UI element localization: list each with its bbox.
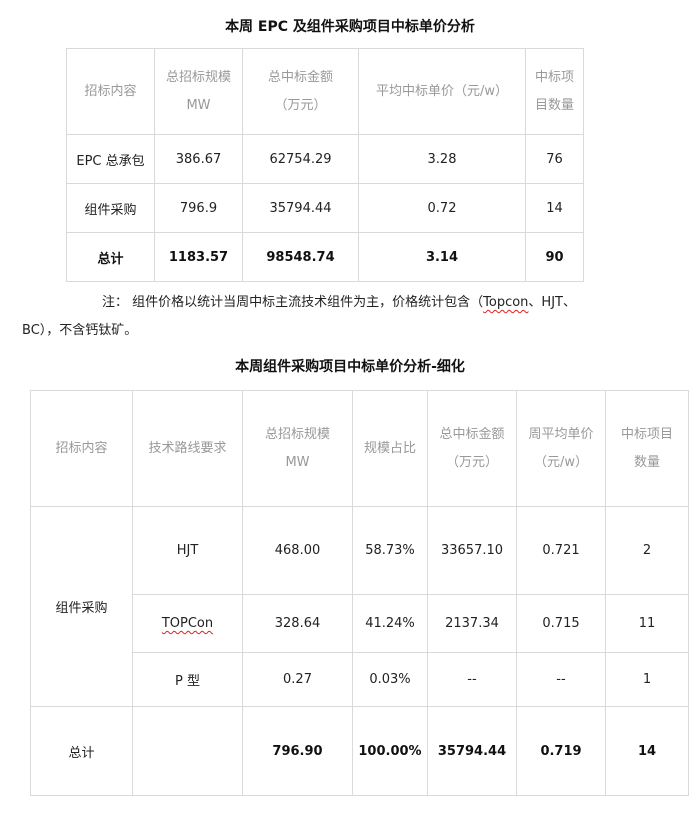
header-scale-share: 规模占比	[352, 390, 428, 507]
cell-price: 3.28	[358, 134, 526, 184]
cell-count: 76	[525, 134, 584, 184]
header-total-scale: 总招标规模 MW	[242, 390, 353, 507]
header-project-count: 中标项目数量	[605, 390, 689, 507]
cell-amount: 62754.29	[242, 134, 359, 184]
cell-tech: TOPCon	[132, 594, 243, 653]
cell-scale: 328.64	[242, 594, 353, 653]
table-total-row: 总计 1183.57 98548.74 3.14 90	[66, 232, 584, 282]
cell-amount: 35794.44	[242, 183, 359, 233]
spellcheck-term: TOPCon	[161, 616, 214, 631]
cell-amount: 35794.44	[427, 706, 517, 796]
cell-total-label: 总计	[30, 706, 133, 796]
cell-count: 11	[605, 594, 689, 653]
cell-price: 0.719	[516, 706, 606, 796]
footnote: 注： 组件价格以统计当周中标主流技术组件为主，价格统计包含（Topcon、HJT…	[22, 295, 576, 338]
epc-module-bid-table: 招标内容 总招标规模 MW 总中标金额 （万元） 平均中标单价（元/w） 中标项 目数…	[66, 48, 584, 282]
header-weekly-avg-price: 周平均单价 （元/w）	[516, 390, 606, 507]
cell-count: 2	[605, 506, 689, 595]
header-bid-content: 招标内容	[66, 48, 155, 135]
table-total-row: 总计 796.90 100.00% 35794.44 0.719 14	[30, 706, 689, 796]
header-total-amount: 总中标金额 （万元）	[242, 48, 359, 135]
table-row: 组件采购 796.9 35794.44 0.72 14	[66, 183, 584, 233]
spellcheck-term: Topcon	[483, 295, 529, 310]
table-row: EPC 总承包 386.67 62754.29 3.28 76	[66, 134, 584, 184]
cell-amount: 2137.34	[427, 594, 517, 653]
cell-share: 58.73%	[352, 506, 428, 595]
cell-count: 14	[525, 183, 584, 233]
header-tech-route: 技术路线要求	[132, 390, 243, 507]
cell-scale: 386.67	[154, 134, 243, 184]
cell-amount: 33657.10	[427, 506, 517, 595]
cell-scale: 1183.57	[154, 232, 243, 282]
table-header-row: 招标内容 技术路线要求 总招标规模 MW 规模占比 总中标金额 （万元） 周平均单价…	[30, 390, 689, 507]
table1-title: 本周 EPC 及组件采购项目中标单价分析	[225, 19, 475, 35]
header-bid-content: 招标内容	[30, 390, 133, 507]
table-row: 组件采购 HJT 468.00 58.73% 33657.10 0.721 2	[30, 506, 689, 707]
cell-share: 41.24%	[352, 594, 428, 653]
cell-content: EPC 总承包	[66, 134, 155, 184]
module-bid-detail-table: 招标内容 技术路线要求 总招标规模 MW 规模占比 总中标金额 （万元） 周平均单价…	[30, 390, 689, 796]
cell-count: 1	[605, 652, 689, 707]
cell-amount: --	[427, 652, 517, 707]
table2-title: 本周组件采购项目中标单价分析-细化	[235, 359, 465, 375]
cell-tech	[132, 706, 243, 796]
cell-content: 组件采购	[66, 183, 155, 233]
cell-scale: 468.00	[242, 506, 353, 595]
cell-price: 0.715	[516, 594, 606, 653]
cell-count: 14	[605, 706, 689, 796]
cell-content: 总计	[66, 232, 155, 282]
header-total-amount: 总中标金额 （万元）	[427, 390, 517, 507]
header-avg-price: 平均中标单价（元/w）	[358, 48, 526, 135]
cell-price: 0.72	[358, 183, 526, 233]
cell-price: --	[516, 652, 606, 707]
cell-scale: 0.27	[242, 652, 353, 707]
header-total-scale: 总招标规模 MW	[154, 48, 243, 135]
cell-scale: 796.9	[154, 183, 243, 233]
cell-amount: 98548.74	[242, 232, 359, 282]
cell-share: 0.03%	[352, 652, 428, 707]
cell-price: 0.721	[516, 506, 606, 595]
cell-group-label: 组件采购	[30, 506, 133, 707]
cell-scale: 796.90	[242, 706, 353, 796]
cell-tech: P 型	[132, 652, 243, 707]
cell-price: 3.14	[358, 232, 526, 282]
cell-share: 100.00%	[352, 706, 428, 796]
cell-tech: HJT	[132, 506, 243, 595]
cell-count: 90	[525, 232, 584, 282]
header-project-count: 中标项目数量	[525, 48, 584, 135]
table-header-row: 招标内容 总招标规模 MW 总中标金额 （万元） 平均中标单价（元/w） 中标项 目数…	[66, 48, 584, 135]
